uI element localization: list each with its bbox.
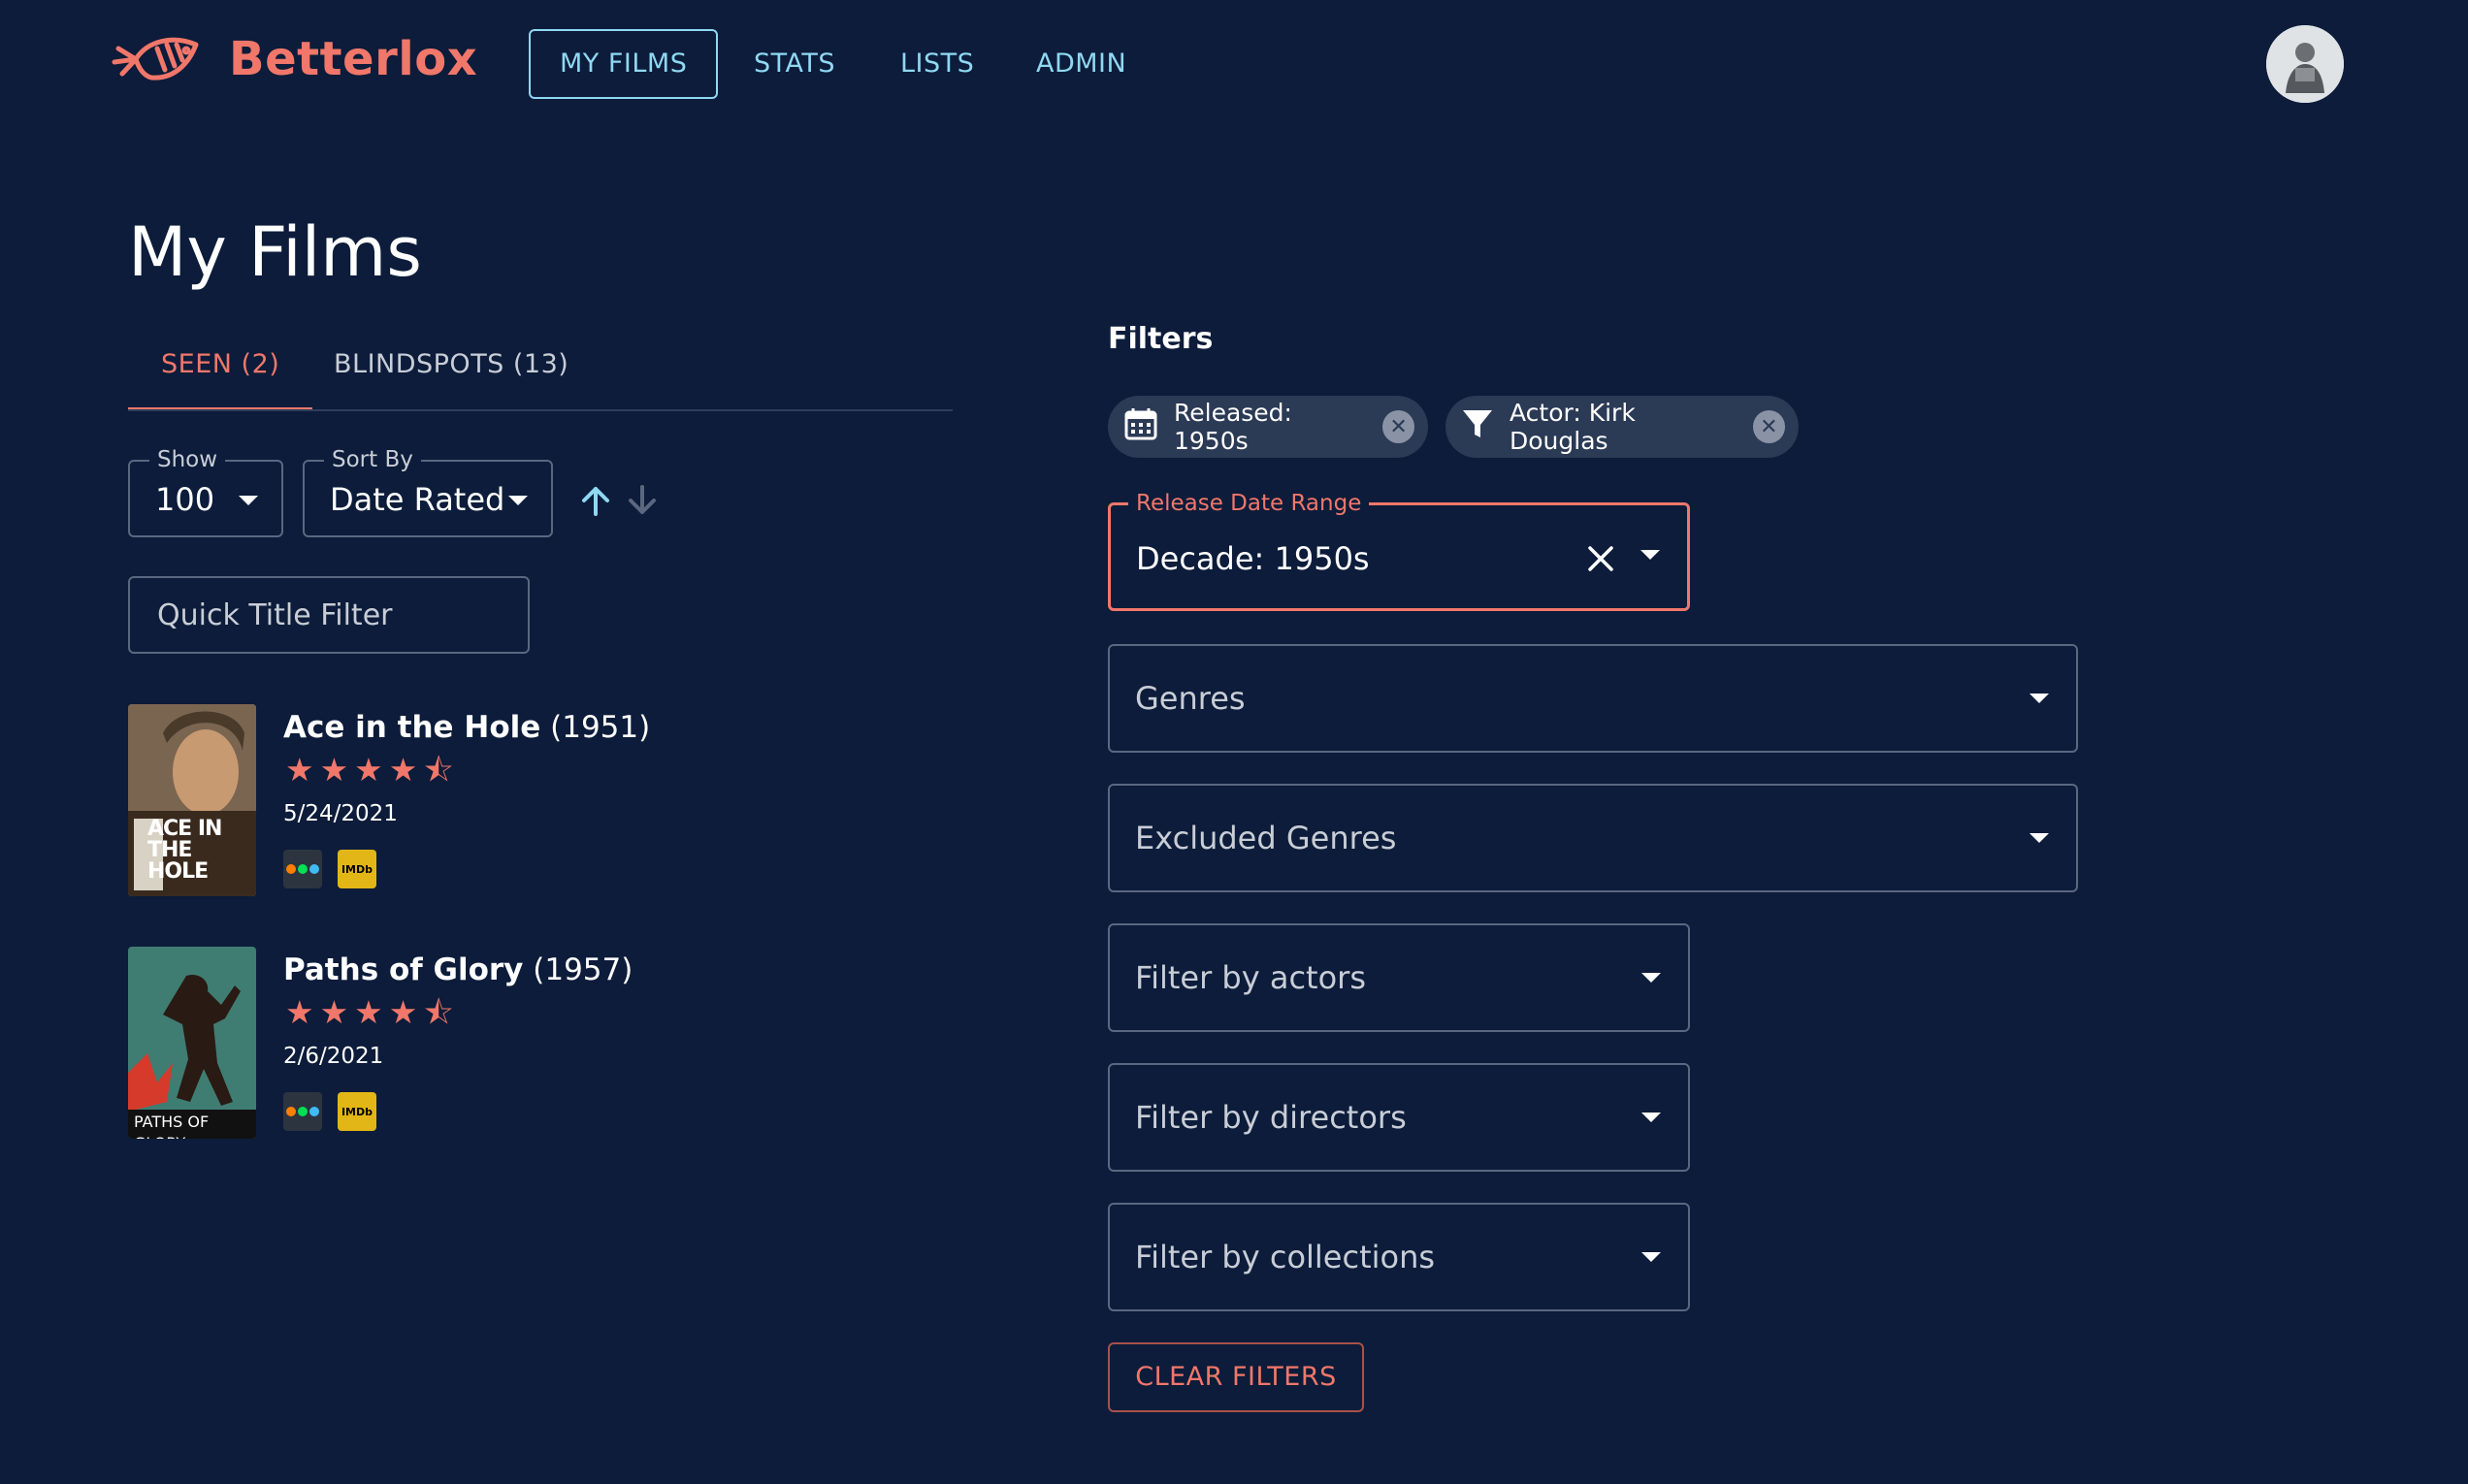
sort-ascending-icon[interactable] (576, 481, 615, 520)
excluded-genres-select[interactable]: Excluded Genres (1108, 784, 2078, 892)
film-date-rated: 2/6/2021 (283, 1044, 384, 1069)
letterboxd-icon[interactable] (283, 1092, 322, 1131)
clear-icon[interactable] (1584, 542, 1617, 575)
film-rating-stars[interactable]: ★★★★⯪ (285, 751, 460, 790)
release-date-range-value: Decade: 1950s (1136, 540, 1370, 577)
user-avatar[interactable] (2266, 25, 2344, 103)
close-icon[interactable]: ✕ (1382, 410, 1414, 443)
film-rating-stars[interactable]: ★★★★⯪ (285, 993, 460, 1032)
filters-heading: Filters (1108, 322, 1214, 356)
poster-title-text: ACE IN THE HOLE (147, 817, 222, 884)
sort-by-value: Date Rated (330, 481, 505, 518)
filter-funnel-icon (1461, 407, 1494, 446)
nav-my-films[interactable]: MY FILMS (529, 29, 719, 99)
fish-logo-icon[interactable] (109, 27, 202, 91)
release-date-range-select[interactable]: Release Date Range Decade: 1950s (1108, 490, 1690, 611)
calendar-icon (1123, 406, 1158, 447)
imdb-icon[interactable]: IMDb (338, 850, 376, 888)
sort-by-select[interactable]: Sort By Date Rated (303, 446, 553, 537)
genres-placeholder: Genres (1135, 680, 1246, 717)
filter-chip-label: Released: 1950s (1174, 399, 1292, 455)
show-select[interactable]: Show 100 (128, 446, 283, 537)
chevron-down-icon (1641, 1252, 1661, 1262)
film-title[interactable]: Ace in the Hole (1951) (283, 710, 650, 745)
film-title-text: Ace in the Hole (283, 710, 541, 745)
nav-stats[interactable]: STATS (725, 29, 864, 99)
collections-placeholder: Filter by collections (1135, 1239, 1436, 1275)
excluded-genres-placeholder: Excluded Genres (1135, 820, 1397, 856)
chevron-down-icon (1641, 1113, 1661, 1122)
sort-by-label: Sort By (324, 446, 421, 473)
close-icon[interactable]: ✕ (1752, 410, 1785, 443)
collections-select[interactable]: Filter by collections (1108, 1203, 1690, 1311)
tabs-divider (128, 409, 953, 411)
poster-title-text: PATHS OF GLORY (134, 1113, 210, 1139)
actors-placeholder: Filter by actors (1135, 959, 1366, 996)
film-title[interactable]: Paths of Glory (1957) (283, 952, 633, 987)
directors-select[interactable]: Filter by directors (1108, 1063, 1690, 1172)
film-date-rated: 5/24/2021 (283, 801, 398, 826)
chevron-down-icon (239, 496, 258, 505)
page-title: My Films (128, 212, 422, 292)
filter-chip-label: Actor: Kirk Douglas (1510, 399, 1636, 455)
nav-lists[interactable]: LISTS (871, 29, 1003, 99)
tab-blindspots[interactable]: BLINDSPOTS (13) (301, 338, 601, 411)
clear-filters-button[interactable]: CLEAR FILTERS (1108, 1342, 1364, 1412)
quick-title-filter[interactable] (128, 576, 530, 654)
filter-chip-released[interactable]: Released: 1950s ✕ (1108, 396, 1428, 458)
chevron-down-icon (2030, 694, 2049, 703)
chevron-down-icon (2030, 833, 2049, 843)
film-poster[interactable]: PATHS OF GLORY (128, 947, 256, 1139)
chevron-down-icon (508, 496, 528, 505)
nav-admin[interactable]: ADMIN (1007, 29, 1155, 99)
tab-seen[interactable]: SEEN (2) (128, 338, 313, 411)
directors-placeholder: Filter by directors (1135, 1099, 1407, 1136)
genres-select[interactable]: Genres (1108, 644, 2078, 753)
filter-chip-actor[interactable]: Actor: Kirk Douglas ✕ (1445, 396, 1799, 458)
show-value: 100 (155, 481, 215, 518)
film-year: (1951) (550, 710, 651, 745)
chevron-down-icon (1641, 973, 1661, 983)
film-title-text: Paths of Glory (283, 952, 524, 987)
quick-title-filter-input[interactable] (130, 578, 528, 652)
release-date-range-label: Release Date Range (1128, 490, 1370, 517)
film-poster[interactable]: ACE IN THE HOLE (128, 704, 256, 896)
show-label: Show (149, 446, 226, 473)
app-logo-text[interactable]: Betterlox (229, 27, 477, 91)
actors-select[interactable]: Filter by actors (1108, 923, 1690, 1032)
letterboxd-icon[interactable] (283, 850, 322, 888)
film-year: (1957) (533, 952, 633, 987)
imdb-icon[interactable]: IMDb (338, 1092, 376, 1131)
chevron-down-icon[interactable] (1640, 550, 1660, 560)
sort-descending-icon[interactable] (623, 481, 662, 520)
